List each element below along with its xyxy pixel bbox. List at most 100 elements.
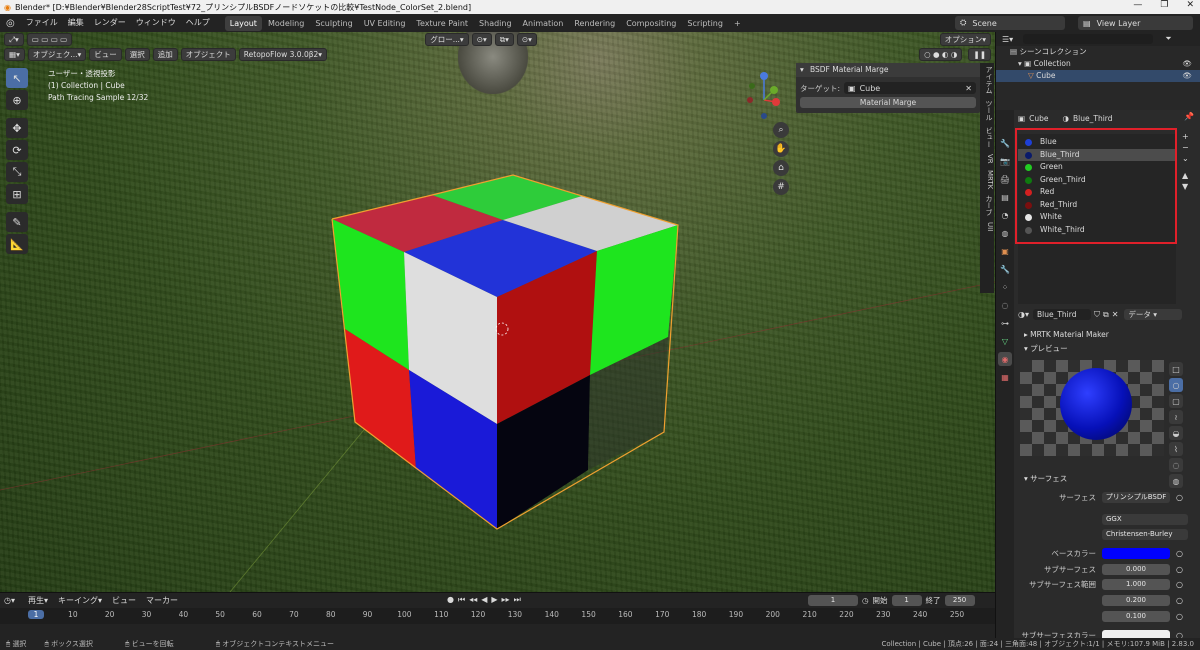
- tab-compositing[interactable]: Compositing: [621, 16, 681, 31]
- socket-icon[interactable]: ○: [1176, 596, 1183, 605]
- pin-icon[interactable]: 📌: [1184, 112, 1194, 121]
- jump-end-icon[interactable]: ⏭: [514, 595, 521, 605]
- sidetab-item[interactable]: アイテム: [980, 63, 994, 97]
- tab-animation[interactable]: Animation: [518, 16, 569, 31]
- subsurface-method-dropdown[interactable]: Christensen-Burley: [1102, 529, 1188, 541]
- next-key-icon[interactable]: ▸▸: [502, 595, 510, 605]
- scale-tool-icon[interactable]: ⤡: [6, 162, 28, 182]
- property-value-field[interactable]: 1.000: [1102, 579, 1170, 591]
- texture-props-icon[interactable]: ▦: [998, 370, 1012, 384]
- collection-visibility-icon[interactable]: 👁: [1182, 58, 1192, 70]
- property-value-field[interactable]: [1102, 548, 1170, 560]
- object-props-icon[interactable]: ▣: [998, 244, 1012, 258]
- menu-help[interactable]: ヘルプ: [181, 14, 215, 32]
- surface-section[interactable]: ▾ サーフェス: [1014, 472, 1200, 485]
- menu-edit[interactable]: 編集: [63, 14, 89, 32]
- pivot-icon[interactable]: ⊙▾: [471, 33, 492, 46]
- rotate-tool-icon[interactable]: ⟳: [6, 140, 28, 160]
- move-tool-icon[interactable]: ✥: [6, 118, 28, 138]
- sidetab-vr[interactable]: VR: [980, 151, 994, 167]
- tab-rendering[interactable]: Rendering: [569, 16, 620, 31]
- particles-props-icon[interactable]: ⁘: [998, 280, 1012, 294]
- fake-user-icon[interactable]: ⛉: [1094, 310, 1100, 320]
- zoom-icon[interactable]: ⌕: [773, 122, 789, 138]
- select-menu[interactable]: 選択: [124, 48, 150, 61]
- tool-props-icon[interactable]: 🔧: [998, 136, 1012, 150]
- preview-sphere-icon[interactable]: ○: [1169, 378, 1183, 392]
- property-value-field[interactable]: 0.100: [1102, 610, 1170, 622]
- socket-icon[interactable]: ○: [1176, 612, 1183, 621]
- measure-tool-icon[interactable]: 📐: [6, 234, 28, 254]
- view-layer-selector[interactable]: ▤ View Layer: [1078, 16, 1193, 30]
- start-frame-field[interactable]: 1: [891, 595, 922, 606]
- tool-settings-icon[interactable]: ⤢▾: [4, 33, 24, 46]
- move-up-button[interactable]: ▲: [1182, 171, 1189, 180]
- timeline-editor-icon[interactable]: ◷▾: [4, 596, 15, 605]
- outliner-editor-icon[interactable]: ☰▾: [1002, 35, 1013, 44]
- tab-sculpting[interactable]: Sculpting: [310, 16, 357, 31]
- add-workspace-button[interactable]: +: [729, 16, 746, 31]
- material-type-icon[interactable]: ◑▾: [1018, 310, 1029, 319]
- sidetab-tool[interactable]: ツール: [980, 97, 994, 124]
- bsdf-panel-header[interactable]: ▾ BSDF Material Marge: [796, 63, 980, 77]
- select-mode-icons[interactable]: ▭ ▭ ▭ ▭: [26, 33, 73, 46]
- menu-render[interactable]: レンダー: [89, 14, 131, 32]
- clear-target-icon[interactable]: ✕: [965, 84, 972, 93]
- record-icon[interactable]: ●: [447, 595, 454, 605]
- timeline-view-menu[interactable]: ビュー: [107, 592, 141, 610]
- move-down-button[interactable]: ▼: [1182, 182, 1189, 191]
- camera-icon[interactable]: ⌂: [773, 160, 789, 176]
- options-dropdown[interactable]: オプション ▾: [939, 33, 991, 46]
- mode-dropdown[interactable]: オブジェク... ▾: [27, 48, 87, 61]
- scene-props-icon[interactable]: ◔: [998, 208, 1012, 222]
- render-props-icon[interactable]: 📷: [998, 154, 1012, 168]
- playback-menu[interactable]: 再生▾: [23, 592, 53, 610]
- outliner-search[interactable]: [1023, 34, 1154, 44]
- slot-menu-button[interactable]: ⌄: [1182, 154, 1189, 163]
- property-value-field[interactable]: 0.000: [1102, 563, 1170, 575]
- pan-hand-icon[interactable]: ✋: [773, 141, 789, 157]
- menu-file[interactable]: ファイル: [21, 14, 63, 32]
- preview-cloth-icon[interactable]: ⌇: [1169, 442, 1183, 456]
- minimize-icon[interactable]: —: [1133, 0, 1142, 10]
- tab-texture-paint[interactable]: Texture Paint: [411, 16, 473, 31]
- sidetab-uii[interactable]: UII: [980, 219, 994, 234]
- sidetab-view[interactable]: ビュー: [980, 124, 994, 151]
- editor-type-button[interactable]: ▦▾: [4, 48, 25, 61]
- prev-key-icon[interactable]: ◂◂: [469, 595, 477, 605]
- select-tool-icon[interactable]: ↖: [6, 68, 28, 88]
- cube-render[interactable]: [0, 32, 995, 592]
- filter-icon[interactable]: ⏷: [1165, 34, 1171, 44]
- play-icon[interactable]: ▶: [491, 595, 497, 605]
- close-icon[interactable]: ✕: [1186, 0, 1194, 10]
- surface-shader-field[interactable]: プリンシプルBSDF: [1102, 492, 1170, 504]
- preview-flat-icon[interactable]: □: [1169, 362, 1183, 376]
- target-field[interactable]: ▣ Cube ✕: [844, 82, 976, 94]
- remove-slot-button[interactable]: −: [1182, 143, 1189, 152]
- snap-icon[interactable]: ⧉▾: [494, 33, 514, 46]
- data-props-icon[interactable]: ▽: [998, 334, 1012, 348]
- blender-menu-icon[interactable]: ◎: [0, 18, 21, 29]
- socket-icon[interactable]: ○: [1176, 549, 1183, 558]
- preview-cube-icon[interactable]: ▢: [1169, 394, 1183, 408]
- preview-monkey-icon[interactable]: ◒: [1169, 426, 1183, 440]
- tab-scripting[interactable]: Scripting: [682, 16, 728, 31]
- timeline-ruler[interactable]: 1 10 20 30 40 50 60 70 80 90 100 110 120 130 140 150 160…: [0, 608, 995, 624]
- material-name-field[interactable]: Blue_Third: [1033, 309, 1091, 320]
- transform-tool-icon[interactable]: ⊞: [6, 184, 28, 204]
- proportional-edit-icon[interactable]: ⊙▾: [516, 33, 537, 46]
- grid-icon[interactable]: #: [773, 179, 789, 195]
- keying-menu[interactable]: キーイング▾: [53, 592, 107, 610]
- transform-orientation-dropdown[interactable]: グロー... ▾: [425, 33, 469, 46]
- physics-props-icon[interactable]: ◌: [998, 298, 1012, 312]
- toggle-sidebar-button[interactable]: ❚❚: [968, 48, 991, 61]
- cube-visibility-icon[interactable]: 👁: [1182, 70, 1192, 82]
- annotate-tool-icon[interactable]: ✎: [6, 212, 28, 232]
- unlink-icon[interactable]: ✕: [1112, 310, 1119, 319]
- scene-selector[interactable]: ⛭ Scene: [955, 16, 1065, 30]
- material-props-icon[interactable]: ◉: [998, 352, 1012, 366]
- surface-socket-icon[interactable]: ○: [1176, 493, 1183, 502]
- shading-mode-buttons[interactable]: ○ ● ◐ ◑: [919, 48, 963, 61]
- marker-menu[interactable]: マーカー: [141, 592, 183, 610]
- distribution-dropdown[interactable]: GGX: [1102, 513, 1188, 525]
